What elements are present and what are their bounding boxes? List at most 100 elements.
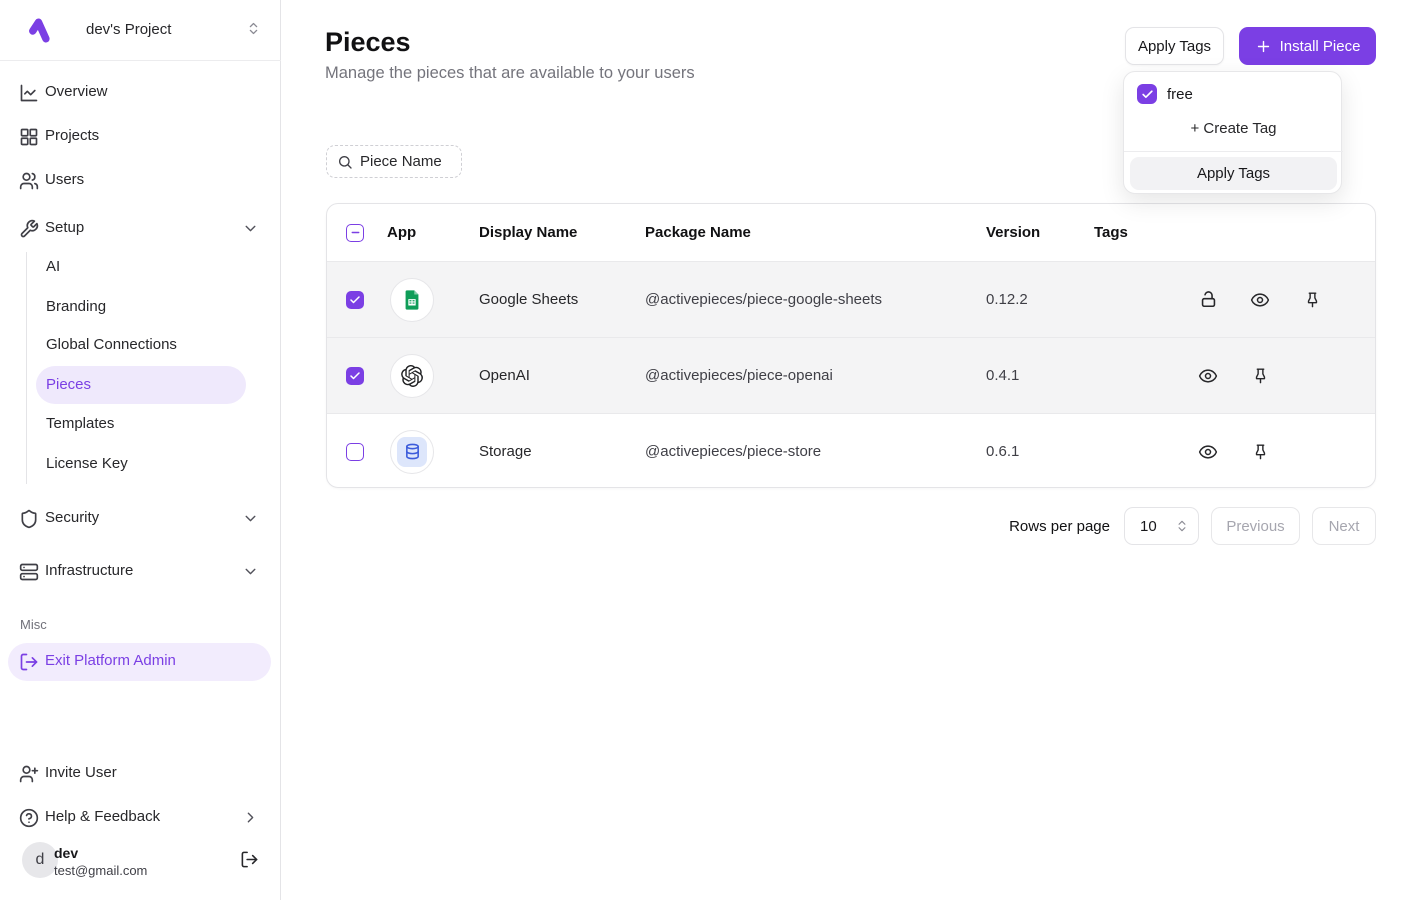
exit-platform-admin-label: Exit Platform Admin <box>45 652 176 669</box>
misc-section-label: Misc <box>20 617 47 632</box>
sidebar-item-license-key[interactable]: License Key <box>36 445 246 483</box>
install-piece-label: Install Piece <box>1280 38 1361 55</box>
column-header-package-name: Package Name <box>645 224 986 241</box>
invite-user-button[interactable]: Invite User <box>8 754 271 794</box>
user-name: dev <box>54 845 78 861</box>
table-header-row: App Display Name Package Name Version Ta… <box>327 204 1375 261</box>
chevrons-up-down-icon <box>1175 519 1189 533</box>
sidebar-item-users[interactable]: Users <box>8 161 271 201</box>
table-row[interactable]: Storage @activepieces/piece-store 0.6.1 <box>327 413 1375 488</box>
plus-icon <box>1255 38 1272 55</box>
chevrons-up-down-icon <box>246 21 261 36</box>
sidebar-item-setup[interactable]: Setup <box>8 209 271 249</box>
sidebar-item-label: Projects <box>45 127 99 144</box>
sidebar-item-label: Users <box>45 171 84 188</box>
sidebar-item-projects[interactable]: Projects <box>8 117 271 157</box>
page-size-value: 10 <box>1140 518 1157 535</box>
help-feedback-button[interactable]: Help & Feedback <box>8 798 271 838</box>
tags-popover: free + Create Tag Apply Tags <box>1123 71 1342 194</box>
sidebar-item-security[interactable]: Security <box>8 499 271 539</box>
log-out-icon[interactable] <box>240 850 259 869</box>
tag-checkbox[interactable] <box>1137 84 1157 104</box>
sidebar-item-branding[interactable]: Branding <box>36 288 246 326</box>
sidebar-item-label: Infrastructure <box>45 562 133 579</box>
user-profile[interactable]: d dev test@gmail.com <box>8 840 271 888</box>
eye-icon[interactable] <box>1190 434 1226 470</box>
column-header-version: Version <box>986 224 1094 241</box>
invite-user-label: Invite User <box>45 764 117 781</box>
table-row[interactable]: OpenAI @activepieces/piece-openai 0.4.1 <box>327 337 1375 413</box>
sidebar-item-pieces[interactable]: Pieces <box>36 366 246 404</box>
sidebar-item-ai[interactable]: AI <box>36 248 246 286</box>
sidebar-item-global-connections[interactable]: Global Connections <box>36 326 246 364</box>
table-row[interactable]: Google Sheets @activepieces/piece-google… <box>327 261 1375 337</box>
row-checkbox[interactable] <box>346 443 364 461</box>
pin-icon[interactable] <box>1294 282 1330 318</box>
sidebar-item-infrastructure[interactable]: Infrastructure <box>8 552 271 592</box>
next-page-button[interactable]: Next <box>1312 507 1376 545</box>
chevron-down-icon <box>242 563 259 580</box>
wrench-icon <box>19 219 39 239</box>
user-plus-icon <box>19 764 39 784</box>
column-header-app: App <box>383 224 479 241</box>
sidebar-item-templates[interactable]: Templates <box>36 405 246 443</box>
divider <box>1124 151 1343 152</box>
sidebar-item-label: Security <box>45 509 99 526</box>
server-icon <box>19 562 39 582</box>
previous-page-button[interactable]: Previous <box>1211 507 1300 545</box>
openai-icon <box>390 354 434 398</box>
search-input[interactable] <box>360 153 456 170</box>
sidebar: dev's Project Overview Projects Users Se… <box>0 0 281 900</box>
apply-tags-button[interactable]: Apply Tags <box>1125 27 1224 65</box>
piece-package-name: @activepieces/piece-google-sheets <box>645 291 986 308</box>
search-icon <box>337 154 353 170</box>
piece-display-name: OpenAI <box>479 367 645 384</box>
row-checkbox[interactable] <box>346 291 364 309</box>
chevron-down-icon <box>242 220 259 237</box>
sidebar-item-label: Templates <box>46 415 114 432</box>
divider <box>0 60 281 61</box>
help-feedback-label: Help & Feedback <box>45 808 160 825</box>
rows-per-page-label: Rows per page <box>1009 518 1110 535</box>
page-size-select[interactable]: 10 <box>1124 507 1199 545</box>
sidebar-item-label: Pieces <box>46 376 91 393</box>
select-all-checkbox[interactable] <box>346 224 364 242</box>
popover-apply-tags-button[interactable]: Apply Tags <box>1130 157 1337 190</box>
exit-platform-admin-button[interactable]: Exit Platform Admin <box>8 643 271 681</box>
storage-icon <box>390 430 434 474</box>
row-checkbox[interactable] <box>346 367 364 385</box>
create-tag-button[interactable]: + Create Tag <box>1124 120 1343 137</box>
tag-option-free[interactable]: free <box>1137 83 1193 105</box>
shield-icon <box>19 509 39 529</box>
piece-package-name: @activepieces/piece-store <box>645 443 986 460</box>
sidebar-item-overview[interactable]: Overview <box>8 73 271 113</box>
pin-icon[interactable] <box>1242 358 1278 394</box>
chevron-right-icon <box>242 809 259 826</box>
pin-icon[interactable] <box>1242 434 1278 470</box>
unlock-icon[interactable] <box>1190 282 1226 318</box>
google-sheets-icon <box>390 278 434 322</box>
page-subtitle: Manage the pieces that are available to … <box>325 64 695 83</box>
sidebar-item-label: Setup <box>45 219 84 236</box>
grid-icon <box>19 127 39 147</box>
piece-search[interactable] <box>326 145 462 178</box>
chevron-down-icon <box>242 510 259 527</box>
apply-tags-label: Apply Tags <box>1138 38 1211 55</box>
log-out-icon <box>19 652 39 672</box>
sidebar-item-label: Global Connections <box>46 336 177 353</box>
sidebar-item-label: AI <box>46 258 60 275</box>
project-name: dev's Project <box>86 21 171 38</box>
piece-version: 0.6.1 <box>986 443 1094 460</box>
avatar: d <box>22 842 58 878</box>
users-icon <box>19 171 39 191</box>
install-piece-button[interactable]: Install Piece <box>1239 27 1376 65</box>
piece-display-name: Google Sheets <box>479 291 645 308</box>
eye-icon[interactable] <box>1190 358 1226 394</box>
user-email: test@gmail.com <box>54 863 147 878</box>
piece-version: 0.12.2 <box>986 291 1094 308</box>
column-header-display-name: Display Name <box>479 224 645 241</box>
eye-icon[interactable] <box>1242 282 1278 318</box>
project-selector[interactable]: dev's Project <box>0 12 281 50</box>
piece-package-name: @activepieces/piece-openai <box>645 367 986 384</box>
piece-version: 0.4.1 <box>986 367 1094 384</box>
